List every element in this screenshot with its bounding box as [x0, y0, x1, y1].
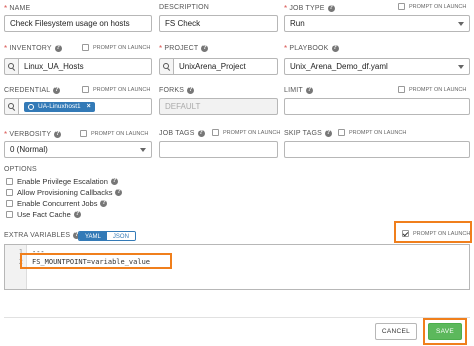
help-icon[interactable]: ?	[54, 131, 62, 138]
limit-label: LIMIT?	[284, 87, 313, 94]
divider	[4, 317, 470, 318]
checkbox-icon[interactable]	[80, 130, 87, 137]
cancel-button[interactable]: CANCEL	[375, 323, 417, 340]
search-icon	[8, 63, 15, 70]
skip-tags-label: SKIP TAGS?	[284, 130, 332, 137]
skip-tags-input[interactable]	[284, 141, 470, 158]
job-tags-input[interactable]	[159, 141, 278, 158]
checkbox-checked-icon[interactable]	[402, 230, 409, 237]
option-fact-cache[interactable]: Use Fact Cache?	[6, 210, 81, 219]
credential-label: CREDENTIAL?	[4, 87, 61, 94]
limit-input[interactable]	[284, 98, 470, 115]
name-label: * NAME	[4, 4, 31, 13]
job-tags-label: JOB TAGS?	[159, 130, 205, 137]
job-type-label: * JOB TYPE?	[284, 4, 335, 13]
name-input[interactable]: Check Filesystem usage on hosts	[4, 15, 152, 32]
search-icon	[163, 63, 170, 70]
description-label: DESCRIPTION	[159, 4, 210, 11]
help-icon[interactable]: ?	[327, 5, 335, 12]
checkbox-icon[interactable]	[82, 44, 89, 51]
help-icon[interactable]: ?	[100, 200, 108, 207]
chevron-down-icon	[140, 147, 146, 152]
credential-lookup-button[interactable]	[4, 98, 19, 115]
project-label: * PROJECT?	[159, 44, 209, 53]
help-icon[interactable]: ?	[53, 87, 61, 94]
chevron-down-icon	[458, 64, 464, 69]
cloud-icon	[28, 103, 34, 110]
checkbox-icon[interactable]	[398, 3, 405, 10]
close-icon[interactable]: ×	[87, 103, 91, 110]
checkbox-icon[interactable]	[212, 129, 219, 136]
format-toggle[interactable]: YAML JSON	[78, 231, 136, 241]
forks-input[interactable]: DEFAULT	[159, 98, 278, 115]
inventory-label: * INVENTORY?	[4, 44, 62, 53]
extra-variables-label: EXTRA VARIABLES?	[4, 232, 81, 239]
job-type-select[interactable]: Run	[284, 15, 470, 32]
job-tags-prompt-on-launch[interactable]: PROMPT ON LAUNCH	[212, 129, 280, 136]
extra-variables-prompt-on-launch[interactable]: PROMPT ON LAUNCH	[402, 230, 470, 237]
option-concurrent-jobs[interactable]: Enable Concurrent Jobs?	[6, 199, 108, 208]
description-input[interactable]: FS Check	[159, 15, 278, 32]
playbook-label: * PLAYBOOK?	[284, 44, 339, 53]
help-icon[interactable]: ?	[115, 189, 123, 196]
help-icon[interactable]: ?	[187, 87, 195, 94]
search-icon	[8, 103, 15, 110]
inventory-lookup-button[interactable]	[4, 58, 19, 75]
help-icon[interactable]: ?	[324, 130, 332, 137]
option-privilege-escalation[interactable]: Enable Privilege Escalation?	[6, 177, 118, 186]
code-line-highlight	[20, 253, 172, 269]
playbook-select[interactable]: Unix_Arena_Demo_df.yaml	[284, 58, 470, 75]
checkbox-icon[interactable]	[6, 189, 13, 196]
project-input[interactable]: UnixArena_Project	[173, 58, 278, 75]
job-type-prompt-on-launch[interactable]: PROMPT ON LAUNCH	[398, 3, 466, 10]
verbosity-select[interactable]: 0 (Normal)	[4, 141, 152, 158]
credential-input[interactable]: UA-Linuxhost1 ×	[18, 98, 152, 115]
skip-tags-prompt-on-launch[interactable]: PROMPT ON LAUNCH	[338, 129, 406, 136]
json-toggle-button[interactable]: JSON	[106, 232, 135, 240]
forks-label: FORKS?	[159, 87, 195, 94]
checkbox-icon[interactable]	[398, 86, 405, 93]
verbosity-label: * VERBOSITY?	[4, 130, 62, 139]
option-provisioning-callbacks[interactable]: Allow Provisioning Callbacks?	[6, 188, 123, 197]
checkbox-icon[interactable]	[6, 178, 13, 185]
checkbox-icon[interactable]	[6, 211, 13, 218]
checkbox-icon[interactable]	[6, 200, 13, 207]
help-icon[interactable]: ?	[110, 178, 118, 185]
help-icon[interactable]: ?	[201, 45, 209, 52]
checkbox-icon[interactable]	[82, 86, 89, 93]
help-icon[interactable]: ?	[54, 45, 62, 52]
credential-prompt-on-launch[interactable]: PROMPT ON LAUNCH	[82, 86, 150, 93]
credential-tag: UA-Linuxhost1 ×	[24, 101, 95, 112]
inventory-prompt-on-launch[interactable]: PROMPT ON LAUNCH	[82, 44, 150, 51]
chevron-down-icon	[458, 21, 464, 26]
verbosity-prompt-on-launch[interactable]: PROMPT ON LAUNCH	[80, 130, 148, 137]
options-label: OPTIONS	[4, 166, 37, 173]
help-icon[interactable]: ?	[197, 130, 205, 137]
help-icon[interactable]: ?	[331, 45, 339, 52]
limit-prompt-on-launch[interactable]: PROMPT ON LAUNCH	[398, 86, 466, 93]
help-icon[interactable]: ?	[305, 87, 313, 94]
yaml-toggle-button[interactable]: YAML	[79, 232, 107, 240]
project-lookup-button[interactable]	[159, 58, 174, 75]
save-button[interactable]: SAVE	[428, 323, 462, 340]
help-icon[interactable]: ?	[73, 211, 81, 218]
inventory-input[interactable]: Linux_UA_Hosts	[18, 58, 152, 75]
checkbox-icon[interactable]	[338, 129, 345, 136]
